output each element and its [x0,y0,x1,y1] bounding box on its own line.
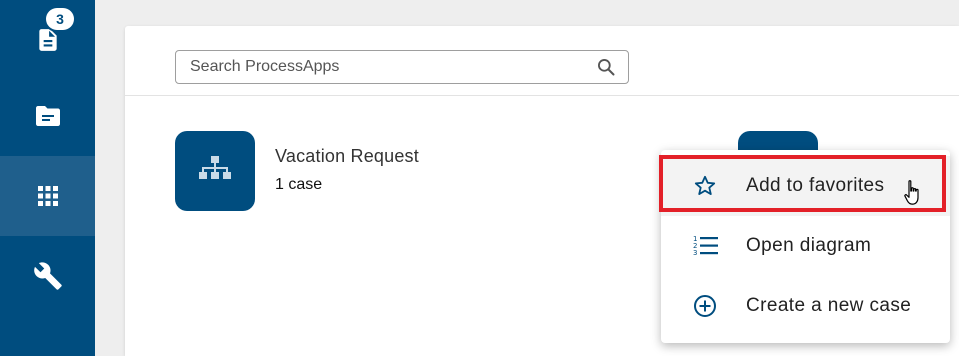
task-list-icon [35,27,61,53]
menu-item-open-diagram[interactable]: 1 2 3 Open diagram [661,216,950,276]
hand-pointer-icon [903,179,925,212]
process-app-case-count: 1 case [275,176,323,193]
apps-grid-icon [37,185,59,207]
star-outline-icon [693,174,717,198]
menu-item-label: Open diagram [746,235,872,256]
process-app-tile[interactable] [175,131,255,211]
menu-item-label: Create a new case [746,295,912,316]
wrench-icon [33,261,63,291]
menu-item-label: Add to favorites [746,175,885,196]
sidebar-item-admin[interactable] [0,236,95,316]
sidebar-item-tasks[interactable]: 3 [0,0,95,80]
search-input[interactable] [176,51,586,83]
svg-text:3: 3 [693,249,698,257]
menu-item-create-new-case[interactable]: Create a new case [661,276,950,336]
search-icon[interactable] [596,57,616,82]
header-divider [125,95,959,96]
add-circle-icon [693,294,717,318]
numbered-list-icon: 1 2 3 [693,234,718,258]
sidebar-item-cases[interactable] [0,76,95,156]
process-app-title[interactable]: Vacation Request [275,146,419,167]
folder-icon [34,104,62,128]
tasks-count-badge: 3 [46,8,74,30]
org-chart-icon [198,155,232,188]
sidebar: 3 [0,0,95,356]
search-box [175,50,629,84]
sidebar-item-process-apps[interactable] [0,156,95,236]
